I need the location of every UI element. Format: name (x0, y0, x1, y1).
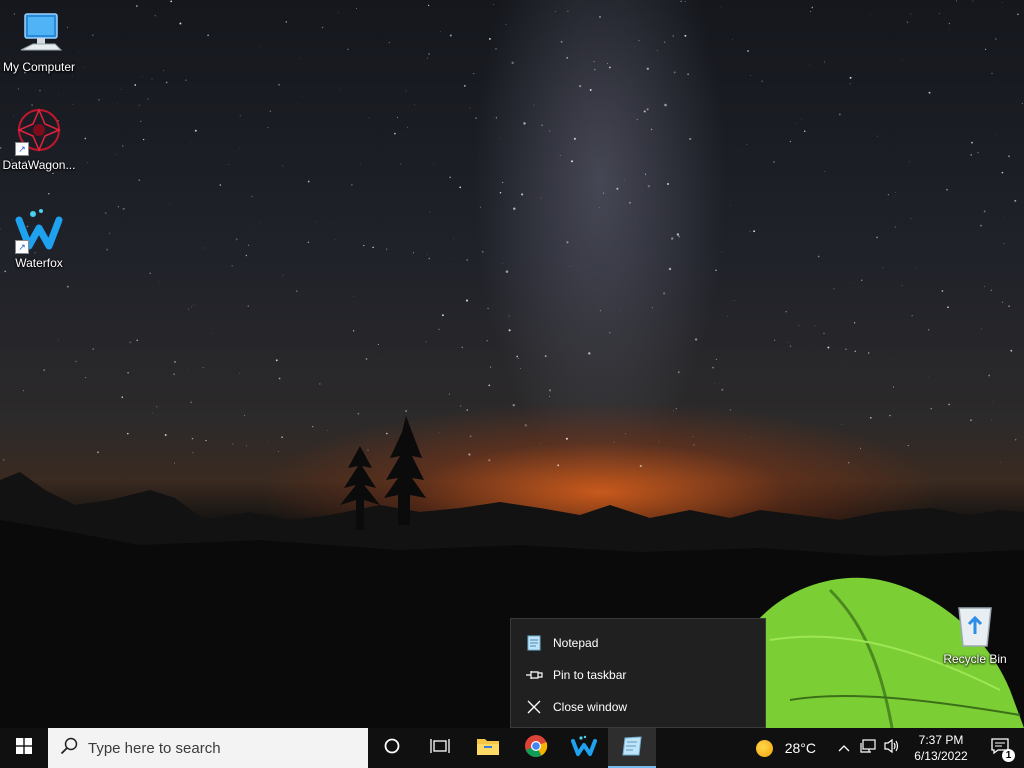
shortcut-arrow-icon: ↗ (15, 142, 29, 156)
search-placeholder: Type here to search (88, 739, 221, 757)
notepad-icon (525, 634, 543, 652)
desktop-icon-label: DataWagon... (2, 158, 76, 172)
weather-widget[interactable]: 28°C (755, 739, 816, 757)
recycle-bin-icon (951, 602, 999, 650)
desktop-icon-label: Waterfox (15, 256, 63, 270)
speaker-icon (883, 738, 901, 759)
search-icon (60, 737, 78, 759)
desktop-icon-label: Recycle Bin (943, 652, 1007, 666)
close-icon (525, 698, 543, 716)
sun-icon (755, 739, 773, 757)
jump-list-item-label: Notepad (553, 636, 599, 650)
action-center-button[interactable]: 1 (976, 728, 1024, 768)
volume-button[interactable] (880, 728, 904, 768)
taskbar-search-box[interactable]: Type here to search (48, 728, 368, 768)
taskbar-jump-list: Notepad Pin to taskbar Close window (510, 618, 766, 728)
file-explorer-icon (476, 736, 500, 761)
cortana-icon (383, 737, 401, 760)
network-button[interactable] (856, 728, 880, 768)
taskbar: Type here to search 28°C 7:37 PM 6/13/20… (0, 728, 1024, 768)
desktop-icon-waterfox[interactable]: ↗ Waterfox (0, 206, 78, 270)
jump-list-item-pin-to-taskbar[interactable]: Pin to taskbar (511, 659, 765, 691)
jump-list-item-label: Close window (553, 700, 628, 714)
windows-icon (16, 737, 32, 759)
system-tray: 28°C 7:37 PM 6/13/2022 1 (755, 728, 1024, 768)
waterfox-icon: ↗ (15, 206, 63, 254)
jump-list-item-close-window[interactable]: Close window (511, 691, 765, 723)
clock-date: 6/13/2022 (914, 749, 968, 763)
chevron-up-icon (838, 739, 850, 757)
datawagon-icon: ↗ (15, 108, 63, 156)
shortcut-arrow-icon: ↗ (15, 240, 29, 254)
chrome-icon (524, 734, 548, 763)
taskbar-clock[interactable]: 7:37 PM 6/13/2022 (906, 732, 976, 764)
notification-count-badge: 1 (1002, 749, 1015, 762)
cortana-button[interactable] (368, 728, 416, 768)
weather-temperature: 28°C (784, 740, 816, 756)
desktop-icon-my-computer[interactable]: My Computer (0, 10, 78, 74)
desktop-icon-recycle-bin[interactable]: Recycle Bin (936, 602, 1014, 666)
start-button[interactable] (0, 728, 48, 768)
taskbar-app-file-explorer[interactable] (464, 728, 512, 768)
clock-time: 7:37 PM (918, 733, 964, 747)
task-view-icon (430, 738, 450, 759)
computer-icon (15, 10, 63, 58)
network-icon (859, 738, 877, 759)
taskbar-app-notepad[interactable] (608, 728, 656, 768)
desktop-icon-label: My Computer (2, 60, 76, 74)
show-hidden-icons-button[interactable] (832, 728, 856, 768)
desktop-icon-datawagon[interactable]: ↗ DataWagon... (0, 108, 78, 172)
jump-list-item-label: Pin to taskbar (553, 668, 627, 682)
taskbar-app-waterfox[interactable] (560, 728, 608, 768)
pin-icon (525, 666, 543, 684)
task-view-button[interactable] (416, 728, 464, 768)
waterfox-icon (571, 735, 597, 762)
jump-list-item-notepad[interactable]: Notepad (511, 627, 765, 659)
taskbar-app-chrome[interactable] (512, 728, 560, 768)
notepad-icon (621, 735, 643, 762)
